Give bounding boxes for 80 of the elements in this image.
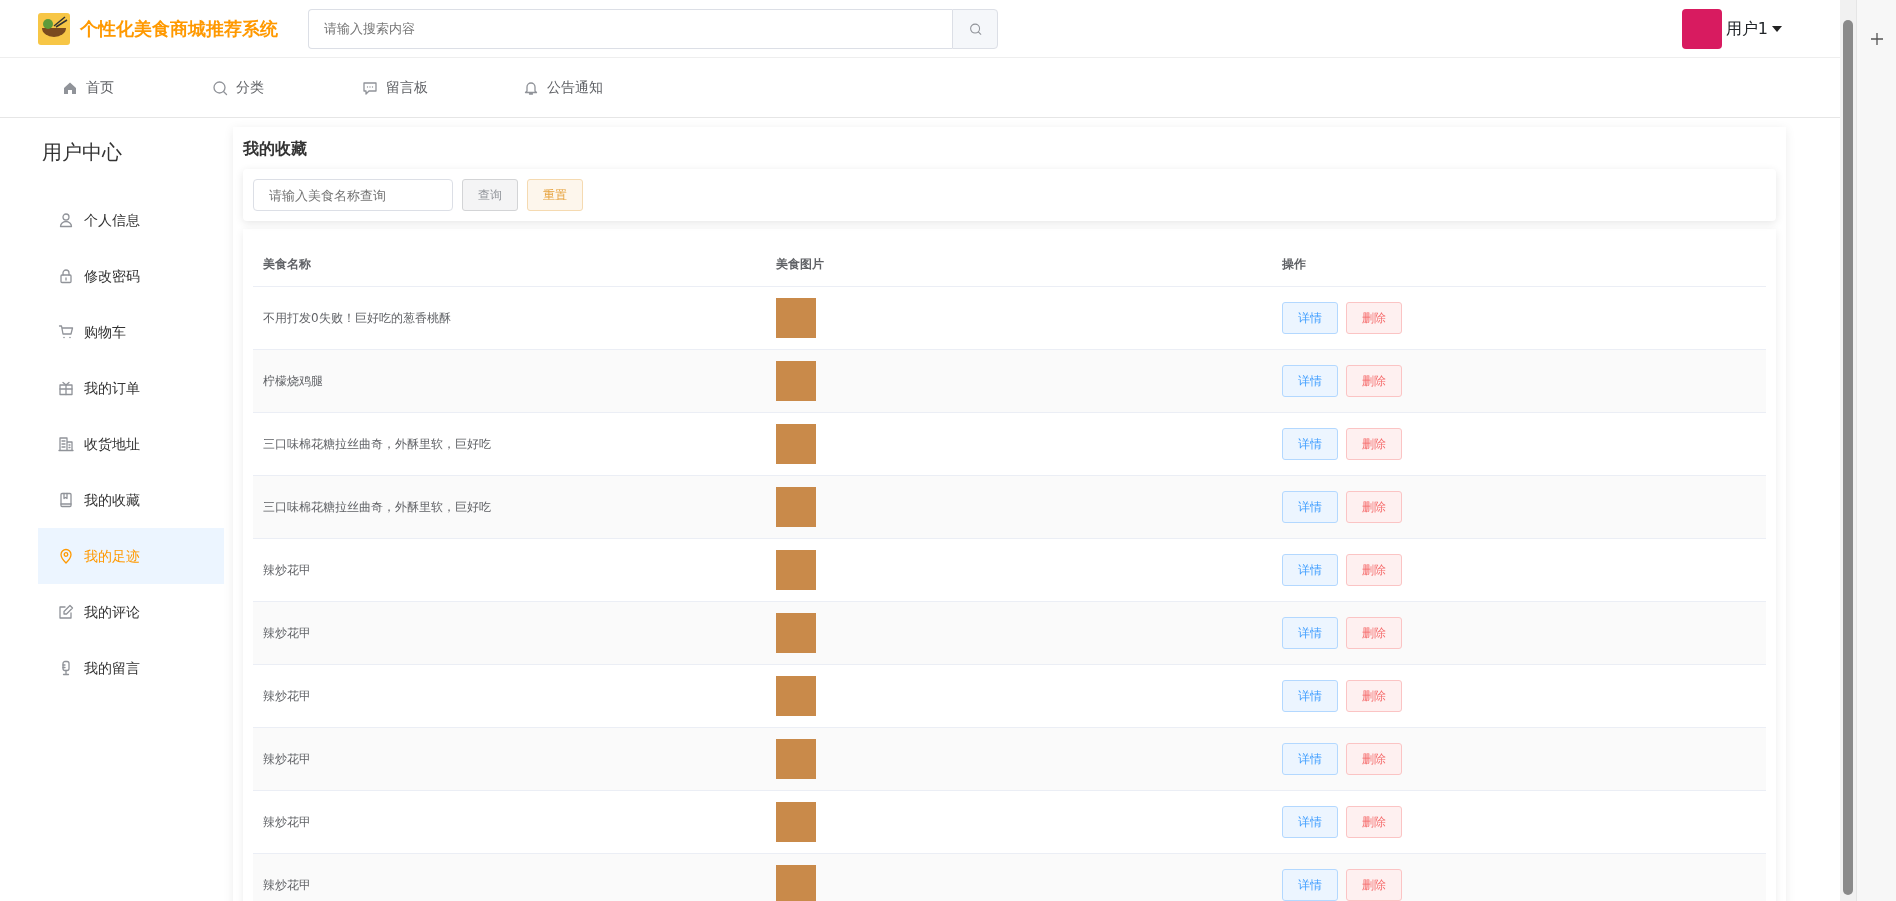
food-name-input[interactable]: 请输入美食名称查询 <box>253 179 453 211</box>
delete-button[interactable]: 删除 <box>1346 617 1402 649</box>
detail-button[interactable]: 详情 <box>1282 680 1338 712</box>
table-cell-text: 三口味棉花糖拉丝曲奇，外酥里软，巨好吃 <box>262 436 492 453</box>
photo-placeholder <box>776 613 816 653</box>
add-icon[interactable] <box>1869 32 1884 46</box>
nav-link[interactable]: 留言板 <box>362 77 523 98</box>
sidebar-item[interactable]: 个人信息 <box>38 192 224 248</box>
book-icon <box>58 492 74 508</box>
edit-icon <box>58 604 74 620</box>
delete-button[interactable]: 删除 <box>1346 554 1402 586</box>
reset-button[interactable]: 重置 <box>527 179 583 211</box>
nav-link[interactable]: 首页 <box>62 77 212 98</box>
sidebar-title: 用户中心 <box>41 139 123 166</box>
delete-button[interactable]: 删除 <box>1346 806 1402 838</box>
column-header: 美食名称 <box>262 255 312 273</box>
chat-icon <box>362 79 378 96</box>
delete-button[interactable]: 删除 <box>1346 869 1402 901</box>
table-cell-text: 辣炒花甲 <box>262 688 312 705</box>
sidebar-item[interactable]: 购物车 <box>38 304 224 360</box>
table-cell-text: 辣炒花甲 <box>262 625 312 642</box>
location-pin-icon <box>58 548 74 564</box>
user-avatar[interactable] <box>1681 8 1722 49</box>
nav-link[interactable]: 公告通知 <box>523 77 673 98</box>
column-header: 美食图片 <box>775 255 825 273</box>
photo-placeholder <box>776 424 816 464</box>
user-menu[interactable]: 用户1 <box>1725 16 1782 41</box>
detail-button[interactable]: 详情 <box>1282 869 1338 901</box>
photo-placeholder <box>776 550 816 590</box>
photo-placeholder <box>776 676 816 716</box>
cart-icon <box>58 324 74 340</box>
photo-placeholder <box>776 865 816 901</box>
detail-button[interactable]: 详情 <box>1282 365 1338 397</box>
delete-button[interactable]: 删除 <box>1346 491 1402 523</box>
sidebar-item[interactable]: 我的留言 <box>38 640 224 696</box>
scrollbar[interactable] <box>1840 0 1856 901</box>
sidebar-item[interactable]: 我的评论 <box>38 584 224 640</box>
food-bowl-logo-icon <box>38 12 70 45</box>
photo-placeholder <box>776 361 816 401</box>
table-cell-text: 辣炒花甲 <box>262 877 312 894</box>
table-cell-text: 辣炒花甲 <box>262 562 312 579</box>
detail-button[interactable]: 详情 <box>1282 428 1338 460</box>
sidebar-item[interactable]: 收货地址 <box>38 416 224 472</box>
delete-button[interactable]: 删除 <box>1346 428 1402 460</box>
delete-button[interactable]: 删除 <box>1346 302 1402 334</box>
table-cell-text: 柠檬烧鸡腿 <box>262 373 324 390</box>
bell-icon <box>523 79 539 96</box>
search-icon <box>212 79 228 96</box>
detail-button[interactable]: 详情 <box>1282 302 1338 334</box>
detail-button[interactable]: 详情 <box>1282 554 1338 586</box>
photo-placeholder <box>776 487 816 527</box>
sidebar-item[interactable]: 我的订单 <box>38 360 224 416</box>
sidebar-item[interactable]: 修改密码 <box>38 248 224 304</box>
table-cell-text: 三口味棉花糖拉丝曲奇，外酥里软，巨好吃 <box>262 499 492 516</box>
photo-placeholder <box>776 298 816 338</box>
nav-link[interactable]: 分类 <box>212 77 362 98</box>
sidebar-item[interactable]: 我的足迹 <box>38 528 224 584</box>
table-cell-text: 辣炒花甲 <box>262 814 312 831</box>
detail-button[interactable]: 详情 <box>1282 743 1338 775</box>
caret-icon <box>1772 25 1782 32</box>
search-field[interactable]: 请输入搜索内容 <box>308 8 952 49</box>
site-title: 个性化美食商城推荐系统 <box>80 17 278 41</box>
gift-icon <box>58 380 74 396</box>
column-header: 操作 <box>1281 255 1307 273</box>
panel-title: 我的收藏 <box>243 138 308 160</box>
detail-button[interactable]: 详情 <box>1282 491 1338 523</box>
table-cell-text: 辣炒花甲 <box>262 751 312 768</box>
delete-button[interactable]: 删除 <box>1346 365 1402 397</box>
photo-placeholder <box>776 739 816 779</box>
table-cell-text: 不用打发0失败！巨好吃的葱香桃酥 <box>262 310 452 327</box>
delete-button[interactable]: 删除 <box>1346 680 1402 712</box>
building-icon <box>58 436 74 452</box>
sidebar-item[interactable]: 我的收藏 <box>38 472 224 528</box>
delete-button[interactable]: 删除 <box>1346 743 1402 775</box>
query-button[interactable]: 查询 <box>462 179 518 211</box>
detail-button[interactable]: 详情 <box>1282 806 1338 838</box>
lock-icon <box>58 268 74 284</box>
photo-placeholder <box>776 802 816 842</box>
user-icon <box>58 212 74 228</box>
detail-button[interactable]: 详情 <box>1282 617 1338 649</box>
